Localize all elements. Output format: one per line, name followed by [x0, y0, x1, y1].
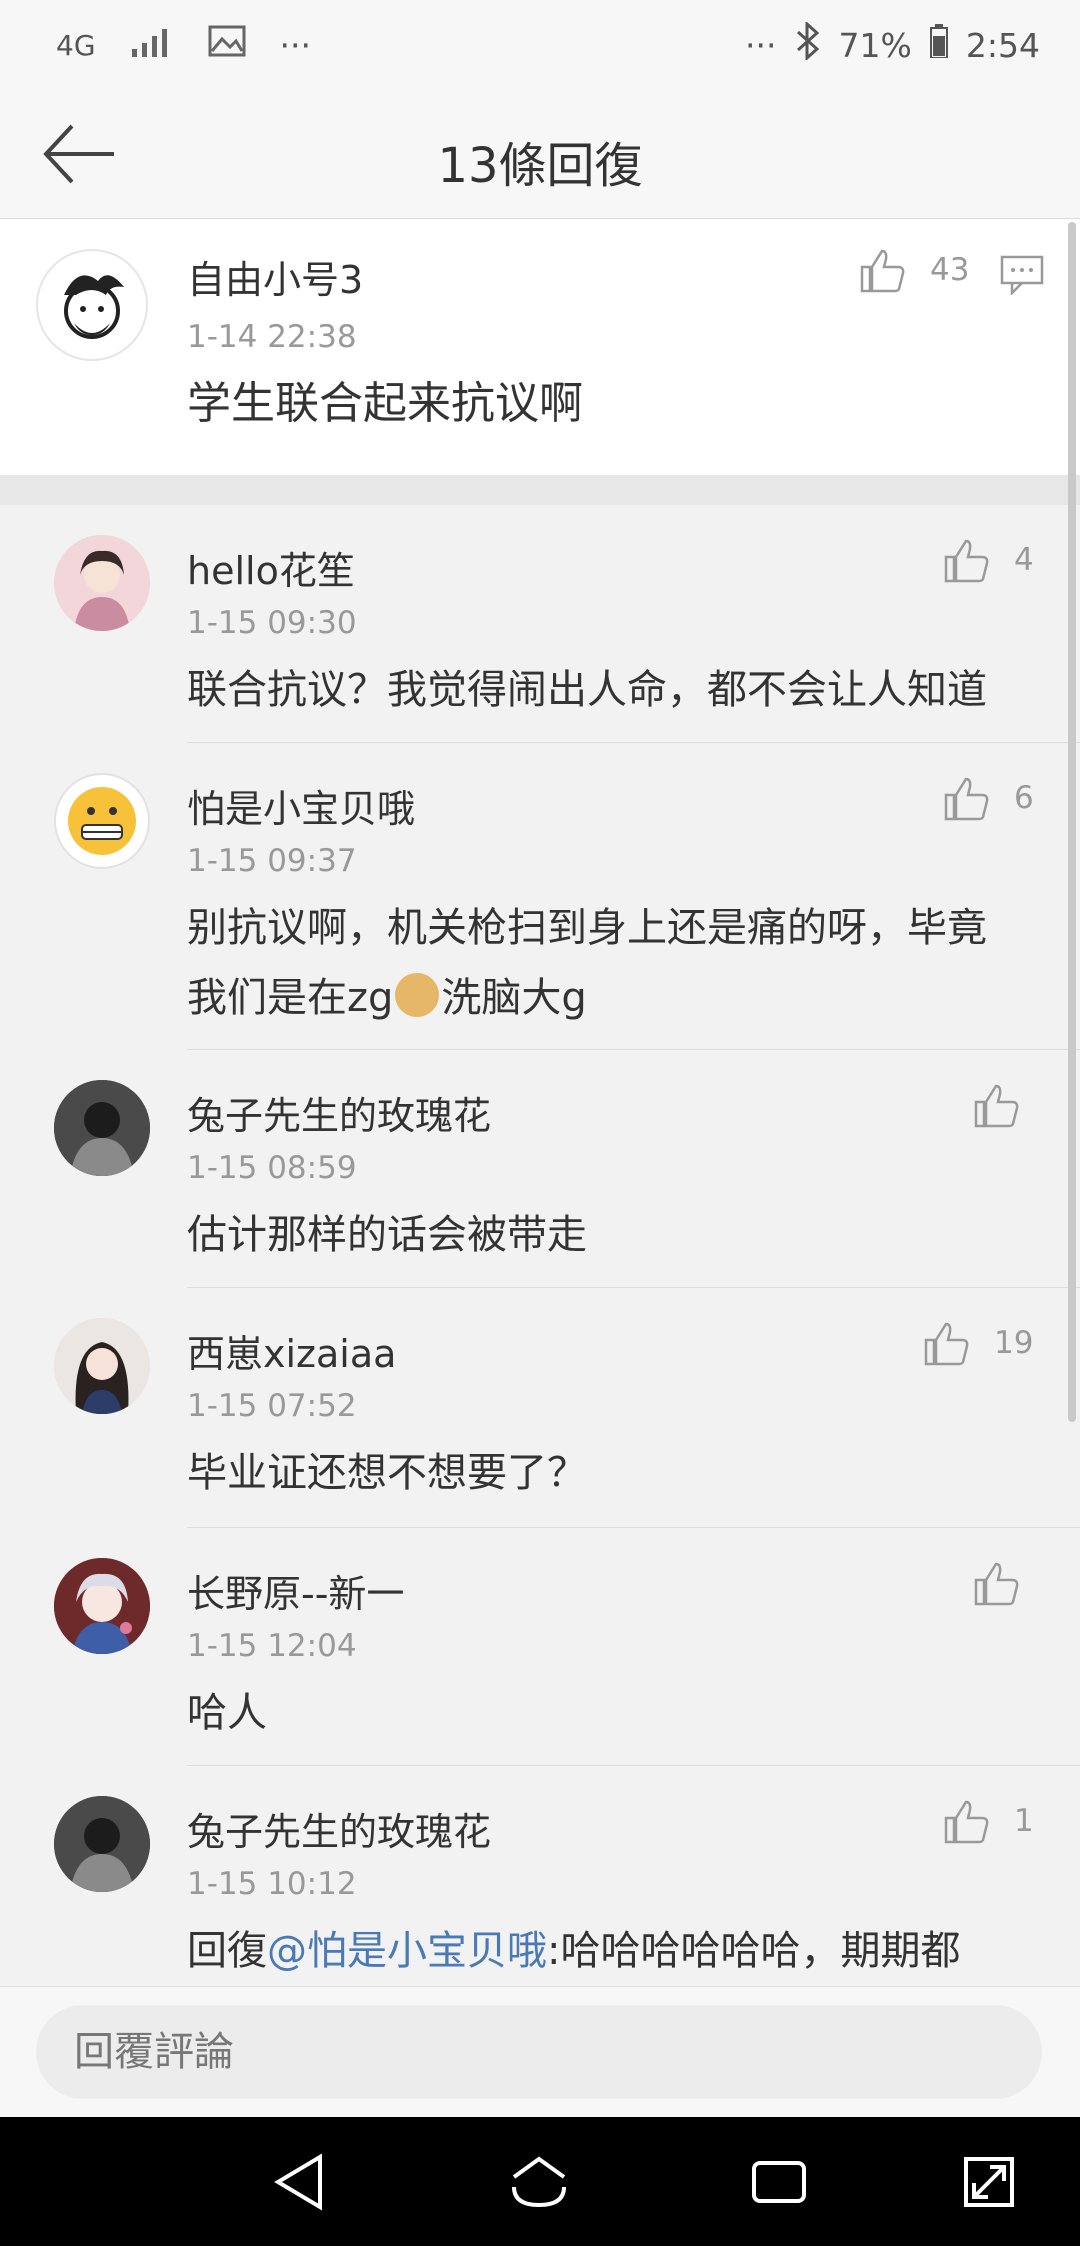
reply-text-part: 我们是在zg [187, 975, 394, 1021]
reply-time: 1-15 10:12 [187, 1866, 357, 1902]
nav-back-button[interactable] [270, 2151, 332, 2213]
thumbs-up-icon [860, 249, 905, 293]
gallery-icon [208, 25, 246, 65]
reply-time: 1-15 07:52 [187, 1388, 357, 1424]
avatar[interactable] [54, 535, 150, 631]
status-bar: 4G ··· ··· 71% 2:54 [0, 0, 1080, 90]
reply-text: 毕业证还想不想要了？ [187, 1450, 587, 1496]
like-count: 1 [1014, 1803, 1034, 1839]
reply-text: 联合抗议？我觉得闹出人命，都不会让人知道 [187, 667, 987, 713]
like-button[interactable] [972, 1558, 1044, 1608]
avatar[interactable] [54, 773, 150, 869]
reply-username[interactable]: 怕是小宝贝哦 [187, 778, 415, 833]
avatar[interactable] [54, 1080, 150, 1176]
reply-text-part: :哈哈哈哈哈哈，期期都 [547, 1928, 961, 1974]
battery-percent: 71% [838, 25, 912, 65]
list-item: 西崽xizaiaa 1-15 07:52 毕业证还想不想要了？ 19 [0, 1288, 1080, 1528]
thumbs-up-icon [944, 1800, 989, 1844]
thumbs-up-icon [974, 1562, 1019, 1606]
avatar[interactable] [36, 249, 148, 361]
thumbs-up-icon [974, 1084, 1019, 1128]
list-item: 怕是小宝贝哦 1-15 09:37 别抗议啊，机关枪扫到身上还是痛的呀，毕竟 我… [0, 743, 1080, 1050]
reply-username[interactable]: 兔子先生的玫瑰花 [187, 1801, 491, 1856]
nav-home-button[interactable] [508, 2151, 570, 2213]
reply-time: 1-15 08:59 [187, 1150, 357, 1186]
section-divider [0, 475, 1080, 505]
avatar[interactable] [54, 1318, 150, 1414]
system-nav-bar [0, 2117, 1080, 2246]
comment-text: 学生联合起来抗议啊 [187, 378, 583, 429]
main-comment: 自由小号3 1-14 22:38 学生联合起来抗议啊 43 [0, 219, 1080, 475]
reply-time: 1-15 09:37 [187, 843, 357, 879]
like-button[interactable]: 19 [922, 1318, 1033, 1368]
reply-input[interactable]: 回覆評論 [36, 2005, 1042, 2099]
reply-username[interactable]: hello花笙 [187, 540, 355, 595]
home-icon [512, 2156, 566, 2208]
signal-icon [130, 26, 174, 65]
doge-emoji-icon [395, 973, 440, 1017]
comment-time: 1-14 22:38 [187, 319, 357, 355]
reply-text: 别抗议啊，机关枪扫到身上还是痛的呀，毕竟 [187, 905, 987, 951]
status-more-right-icon: ··· [745, 25, 777, 65]
list-item: 兔子先生的玫瑰花 1-15 10:12 回復@怕是小宝贝哦:哈哈哈哈哈哈，期期都… [0, 1766, 1080, 1986]
reply-username[interactable]: 兔子先生的玫瑰花 [187, 1085, 491, 1140]
mention-link[interactable]: @怕是小宝贝哦 [267, 1928, 547, 1974]
network-type-icon: 4G [56, 28, 96, 62]
like-button[interactable] [972, 1080, 1044, 1130]
recents-icon [752, 2161, 806, 2203]
comment-username[interactable]: 自由小号3 [187, 249, 363, 304]
status-more-icon: ··· [279, 25, 311, 65]
list-item: hello花笙 1-15 09:30 联合抗议？我觉得闹出人命，都不会让人知道 … [0, 505, 1080, 743]
reply-time: 1-15 09:30 [187, 605, 357, 641]
thumbs-up-icon [924, 1322, 969, 1366]
reply-prefix: 回復 [187, 1928, 267, 1974]
thumbs-up-icon [944, 539, 989, 583]
battery-icon [929, 24, 948, 66]
reply-text: 回復@怕是小宝贝哦:哈哈哈哈哈哈，期期都 [187, 1916, 960, 1986]
like-count: 19 [994, 1325, 1034, 1361]
triangle-back-icon [274, 2153, 322, 2211]
comment-icon [1000, 255, 1044, 297]
reply-text-line2: 我们是在zg 洗脑大g [187, 963, 587, 1033]
scrollbar[interactable] [1068, 222, 1076, 1422]
avatar[interactable] [54, 1796, 150, 1892]
reply-time: 1-15 12:04 [187, 1628, 357, 1664]
avatar[interactable] [54, 1558, 150, 1654]
like-count: 43 [930, 252, 970, 288]
reply-username[interactable]: 西崽xizaiaa [187, 1323, 396, 1378]
reply-text: 估计那样的话会被带走 [187, 1212, 587, 1258]
list-item: 长野原--新一 1-15 12:04 哈人 [0, 1528, 1080, 1766]
reply-text: 哈人 [187, 1690, 267, 1736]
nav-recents-button[interactable] [748, 2151, 810, 2213]
like-count: 4 [1014, 542, 1034, 578]
reply-username[interactable]: 长野原--新一 [187, 1563, 404, 1618]
reply-input-bar: 回覆評論 [0, 1986, 1080, 2117]
nav-expand-button[interactable] [958, 2151, 1020, 2213]
like-button[interactable]: 43 [858, 245, 969, 295]
header-bar: 13條回復 [0, 90, 1080, 219]
thumbs-up-icon [944, 777, 989, 821]
like-button[interactable]: 4 [942, 535, 1034, 585]
clock: 2:54 [965, 25, 1040, 65]
bluetooth-icon [795, 20, 821, 68]
expand-icon [964, 2157, 1014, 2207]
like-count: 6 [1014, 780, 1034, 816]
list-item: 兔子先生的玫瑰花 1-15 08:59 估计那样的话会被带走 [0, 1050, 1080, 1288]
reply-button[interactable] [1000, 255, 1044, 299]
page-title: 13條回復 [437, 138, 643, 194]
like-button[interactable]: 1 [942, 1796, 1034, 1846]
reply-text-part: 洗脑大g [441, 975, 587, 1021]
like-button[interactable]: 6 [942, 773, 1034, 823]
